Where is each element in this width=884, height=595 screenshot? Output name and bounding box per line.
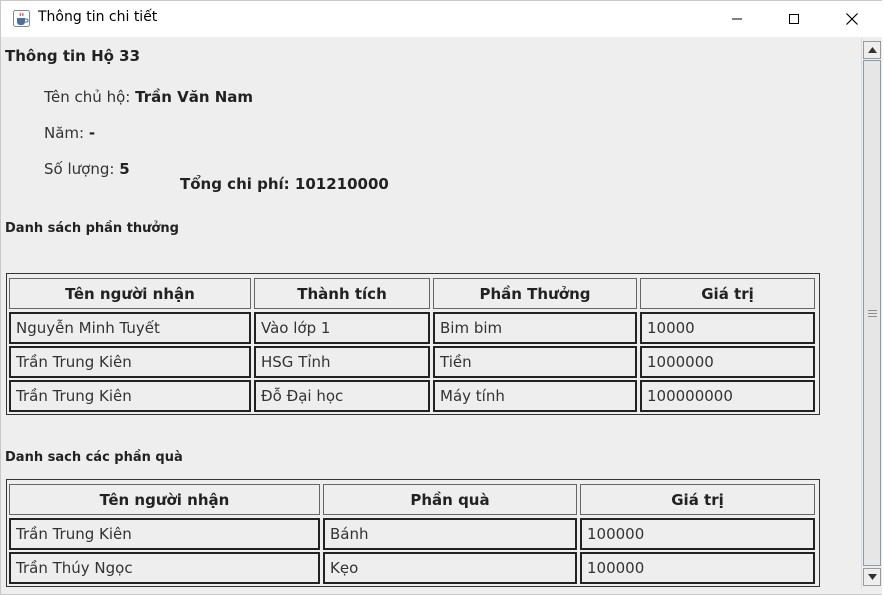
table-cell[interactable]: 100000000 <box>640 380 815 412</box>
gifts-header-recipient[interactable]: Tên người nhận <box>9 484 320 515</box>
grip-line <box>868 310 877 311</box>
rewards-section-title: Danh sách phần thưởng <box>5 221 179 236</box>
arrow-up-icon <box>867 47 877 53</box>
table-cell[interactable]: HSG Tỉnh <box>254 346 430 378</box>
minimize-icon <box>732 18 742 20</box>
gifts-header-gift[interactable]: Phần quà <box>323 484 577 515</box>
table-cell[interactable]: 1000000 <box>640 346 815 378</box>
arrow-down-icon <box>867 574 877 580</box>
minimize-button[interactable] <box>708 1 766 37</box>
rewards-table[interactable]: Tên người nhận Thành tích Phần Thưởng Gi… <box>6 273 820 415</box>
table-cell[interactable]: Bánh <box>323 518 577 550</box>
window-title: Thông tin chi tiết <box>38 9 158 25</box>
rewards-header-reward[interactable]: Phần Thưởng <box>433 278 637 309</box>
year-label: Năm: <box>44 124 85 142</box>
household-title: Thông tin Hộ 33 <box>5 47 141 65</box>
content-panel: Thông tin Hộ 33 Tên chủ hộ: Trần Văn Nam… <box>1 37 861 589</box>
maximize-icon <box>789 14 799 24</box>
grip-line <box>868 313 877 314</box>
detail-window: Thông tin chi tiết Thông tin Hộ 33 Tên c… <box>0 0 884 595</box>
rewards-header-value[interactable]: Giá trị <box>640 278 815 309</box>
table-cell[interactable]: Đỗ Đại học <box>254 380 430 412</box>
table-cell[interactable]: 10000 <box>640 312 815 344</box>
table-cell[interactable]: Trần Trung Kiên <box>9 346 251 378</box>
table-cell[interactable]: Nguyễn Minh Tuyết <box>9 312 251 344</box>
vertical-scrollbar[interactable] <box>861 38 882 589</box>
close-icon <box>846 13 858 25</box>
grip-line <box>868 316 877 317</box>
scroll-up-button[interactable] <box>863 41 881 59</box>
total-cost: Tổng chi phí: 101210000 <box>180 175 389 193</box>
owner-value: Trần Văn Nam <box>135 88 254 106</box>
table-cell[interactable]: 100000 <box>580 518 815 550</box>
table-cell[interactable]: Trần Trung Kiên <box>9 380 251 412</box>
gifts-table[interactable]: Tên người nhận Phần quà Giá trị Trần Tru… <box>6 479 820 587</box>
table-cell[interactable]: Trần Trung Kiên <box>9 518 320 550</box>
table-cell[interactable]: Kẹo <box>323 552 577 584</box>
count-label: Số lượng: <box>44 160 115 178</box>
java-cup-icon <box>12 9 31 28</box>
scroll-thumb[interactable] <box>863 60 881 566</box>
year-row: Năm: - <box>44 124 95 142</box>
table-cell[interactable]: Máy tính <box>433 380 637 412</box>
total-label: Tổng chi phí: <box>180 175 290 193</box>
owner-label: Tên chủ hộ: <box>44 88 131 106</box>
maximize-button[interactable] <box>765 1 823 37</box>
gifts-header-value[interactable]: Giá trị <box>580 484 815 515</box>
total-value: 101210000 <box>294 175 389 193</box>
table-cell[interactable]: Trần Thúy Ngọc <box>9 552 320 584</box>
rewards-header-recipient[interactable]: Tên người nhận <box>9 278 251 309</box>
count-row: Số lượng: 5 <box>44 160 130 178</box>
rewards-header-achievement[interactable]: Thành tích <box>254 278 430 309</box>
table-cell[interactable]: Bim bim <box>433 312 637 344</box>
table-cell[interactable]: Tiền <box>433 346 637 378</box>
year-value: - <box>88 124 96 142</box>
scroll-down-button[interactable] <box>863 568 881 586</box>
gifts-section-title: Danh sach các phần quà <box>5 450 183 465</box>
table-cell[interactable]: Vào lớp 1 <box>254 312 430 344</box>
owner-row: Tên chủ hộ: Trần Văn Nam <box>44 88 253 106</box>
table-cell[interactable]: 100000 <box>580 552 815 584</box>
count-value: 5 <box>119 160 130 178</box>
close-button[interactable] <box>823 1 881 37</box>
title-bar[interactable]: Thông tin chi tiết <box>1 1 883 37</box>
